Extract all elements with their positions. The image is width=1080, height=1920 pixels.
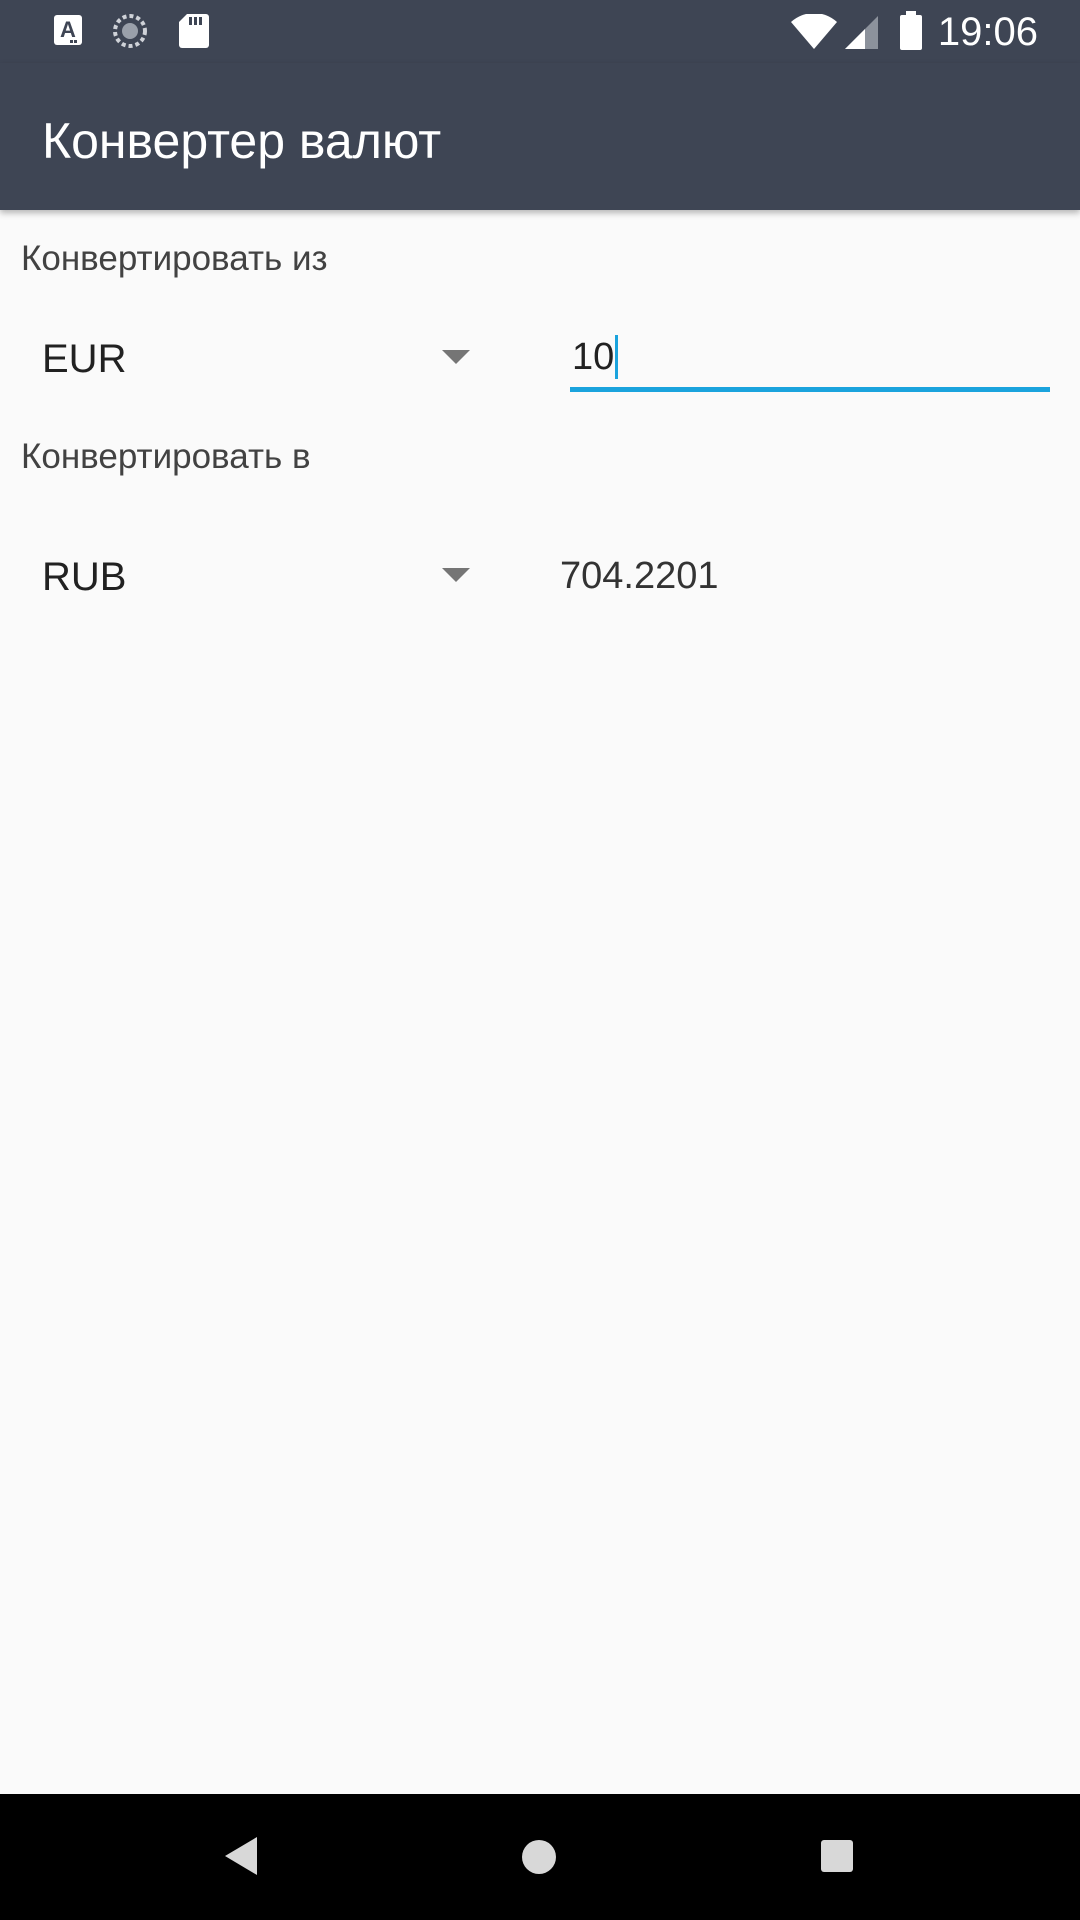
amount-value: 10 bbox=[572, 336, 615, 378]
battery-icon bbox=[899, 11, 923, 56]
dropdown-arrow-icon bbox=[442, 350, 470, 364]
back-icon bbox=[225, 1837, 257, 1875]
to-currency-value: RUB bbox=[42, 555, 127, 599]
keyboard-a-icon: A bbox=[53, 13, 83, 52]
from-label: Конвертировать из bbox=[21, 239, 328, 278]
from-currency-value: EUR bbox=[42, 337, 127, 381]
home-button[interactable] bbox=[460, 1794, 620, 1920]
to-label: Конвертировать в bbox=[21, 437, 311, 476]
back-button[interactable] bbox=[165, 1794, 325, 1920]
home-icon bbox=[522, 1840, 556, 1874]
input-underline bbox=[570, 387, 1050, 392]
from-currency-spinner[interactable]: EUR bbox=[42, 318, 482, 398]
sd-card-icon bbox=[178, 13, 210, 54]
text-cursor bbox=[615, 335, 619, 379]
cell-signal-icon bbox=[843, 14, 879, 55]
to-currency-spinner[interactable]: RUB bbox=[42, 536, 482, 616]
dropdown-arrow-icon bbox=[442, 568, 470, 582]
svg-text:A: A bbox=[60, 17, 76, 42]
amount-input[interactable]: 10 bbox=[570, 320, 1050, 392]
recents-button[interactable] bbox=[757, 1794, 917, 1920]
wifi-icon bbox=[790, 13, 838, 55]
navigation-bar bbox=[0, 1794, 1080, 1920]
app-title: Конвертер валют bbox=[42, 113, 442, 169]
conversion-result: 704.2201 bbox=[560, 555, 719, 597]
status-bar: A 19:06 bbox=[0, 0, 1080, 63]
status-time: 19:06 bbox=[937, 10, 1038, 54]
recents-icon bbox=[821, 1840, 853, 1872]
app-bar: Конвертер валют bbox=[0, 63, 1080, 210]
sync-loading-icon bbox=[111, 12, 149, 55]
